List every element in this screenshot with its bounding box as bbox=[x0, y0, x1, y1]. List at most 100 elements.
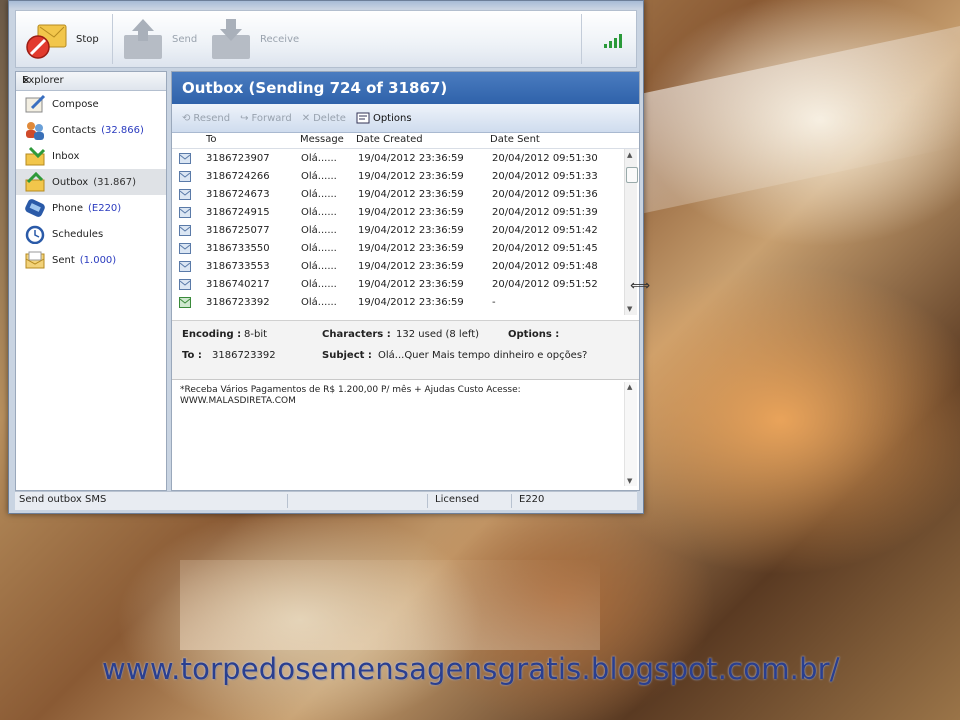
cell-message: Olá...... bbox=[301, 207, 337, 218]
outbox-toolbar: ⟲ Resend ↪ Forward ✕ Delete Options bbox=[172, 104, 639, 133]
message-scrollbar[interactable]: ▲ ▼ bbox=[624, 382, 637, 486]
cell-date-created: 19/04/2012 23:36:59 bbox=[358, 153, 464, 164]
cell-to: 3186724266 bbox=[206, 171, 270, 182]
cell-message: Olá...... bbox=[301, 297, 337, 308]
table-row[interactable]: 3186723907 Olá...... 19/04/2012 23:36:59 20… bbox=[172, 150, 625, 168]
send-button[interactable]: Send bbox=[120, 15, 197, 63]
cell-date-sent: 20/04/2012 09:51:42 bbox=[492, 225, 598, 236]
explorer-item-schedules[interactable]: Schedules bbox=[16, 221, 166, 247]
table-row[interactable]: 3186724673 Olá...... 19/04/2012 23:36:59 20… bbox=[172, 186, 625, 204]
message-icon bbox=[179, 225, 191, 236]
scroll-up-icon[interactable]: ▲ bbox=[627, 383, 632, 391]
encoding-label: Encoding : bbox=[182, 329, 242, 340]
explorer-item-count: (E220) bbox=[87, 202, 122, 214]
explorer-item-count: (31.867) bbox=[93, 176, 137, 188]
cell-to: 3186725077 bbox=[206, 225, 270, 236]
explorer-item-inbox[interactable]: Inbox bbox=[16, 143, 166, 169]
resize-cursor-icon: ⟺ bbox=[630, 278, 651, 294]
explorer-item-compose[interactable]: Compose bbox=[16, 91, 166, 117]
cell-message: Olá...... bbox=[301, 153, 337, 164]
toolbar-separator bbox=[581, 14, 582, 64]
message-icon bbox=[179, 243, 191, 254]
column-message[interactable]: Message bbox=[300, 134, 344, 145]
explorer-item-contacts[interactable]: Contacts (32.866) bbox=[16, 117, 166, 143]
scroll-thumb[interactable] bbox=[626, 167, 638, 183]
cell-date-created: 19/04/2012 23:36:59 bbox=[358, 261, 464, 272]
explorer-item-label: Contacts bbox=[52, 124, 97, 136]
options-detail-label: Options : bbox=[508, 329, 560, 340]
characters-value: 132 used (8 left) bbox=[396, 329, 480, 340]
message-icon bbox=[179, 153, 191, 164]
explorer-item-outbox[interactable]: Outbox (31.867) bbox=[16, 169, 166, 195]
website-watermark: www.torpedosemensagensgratis.blogspot.co… bbox=[102, 652, 840, 686]
characters-label: Characters : bbox=[322, 329, 391, 340]
scroll-up-icon[interactable]: ▲ bbox=[627, 151, 632, 159]
explorer-header: Explorer × bbox=[16, 72, 166, 91]
cell-date-sent: 20/04/2012 09:51:36 bbox=[492, 189, 598, 200]
scroll-down-icon[interactable]: ▼ bbox=[627, 305, 632, 313]
table-row[interactable]: 3186724266 Olá...... 19/04/2012 23:36:59 20… bbox=[172, 168, 625, 186]
cell-to: 3186723907 bbox=[206, 153, 270, 164]
scroll-down-icon[interactable]: ▼ bbox=[627, 477, 632, 485]
table-header: To Message Date Created Date Sent bbox=[172, 133, 639, 149]
options-label: Options bbox=[372, 112, 412, 124]
sent-icon bbox=[25, 251, 45, 269]
options-button[interactable]: Options bbox=[356, 112, 412, 124]
table-row[interactable]: 3186733550 Olá...... 19/04/2012 23:36:59 20… bbox=[172, 240, 625, 258]
table-row[interactable]: 3186725077 Olá...... 19/04/2012 23:36:59 20… bbox=[172, 222, 625, 240]
toolbar-separator bbox=[112, 14, 113, 64]
cell-message: Olá...... bbox=[301, 279, 337, 290]
cell-date-sent: 20/04/2012 09:51:39 bbox=[492, 207, 598, 218]
status-divider bbox=[287, 494, 288, 508]
delete-button[interactable]: ✕ Delete bbox=[302, 113, 346, 124]
cell-message: Olá...... bbox=[301, 261, 337, 272]
stop-button[interactable]: Stop bbox=[24, 15, 99, 63]
resend-button[interactable]: ⟲ Resend bbox=[182, 113, 230, 124]
outbox-panel: Outbox (Sending 724 of 31867) ⟲ Resend ↪… bbox=[171, 71, 640, 491]
close-icon[interactable]: × bbox=[22, 75, 160, 86]
options-icon bbox=[356, 112, 370, 124]
message-icon bbox=[179, 261, 191, 272]
explorer-item-label: Inbox bbox=[52, 150, 80, 162]
status-divider bbox=[511, 494, 512, 508]
receive-label: Receive bbox=[260, 33, 300, 45]
status-text: Send outbox SMS bbox=[19, 494, 107, 505]
contacts-icon bbox=[26, 122, 44, 140]
explorer-item-label: Sent bbox=[52, 254, 75, 266]
cell-date-created: 19/04/2012 23:36:59 bbox=[358, 171, 464, 182]
table-row[interactable]: 3186724915 Olá...... 19/04/2012 23:36:59 20… bbox=[172, 204, 625, 222]
signal-strength-icon bbox=[604, 34, 622, 48]
to-value: 3186723392 bbox=[212, 350, 276, 361]
table-row[interactable]: 3186733553 Olá...... 19/04/2012 23:36:59 20… bbox=[172, 258, 625, 276]
clock-icon bbox=[25, 225, 45, 244]
status-divider bbox=[427, 494, 428, 508]
cell-to: 3186740217 bbox=[206, 279, 270, 290]
explorer-item-label: Compose bbox=[52, 98, 99, 110]
column-to[interactable]: To bbox=[206, 134, 217, 145]
explorer-panel: Explorer × Compose Contacts (32.866) Inb… bbox=[15, 71, 167, 491]
cell-to: 3186733550 bbox=[206, 243, 270, 254]
explorer-item-sent[interactable]: Sent (1.000) bbox=[16, 247, 166, 273]
send-label: Send bbox=[172, 33, 198, 45]
explorer-item-phone[interactable]: Phone (E220) bbox=[16, 195, 166, 221]
to-label: To : bbox=[182, 350, 202, 361]
cell-to: 3186724673 bbox=[206, 189, 270, 200]
message-body[interactable]: *Receba Vários Pagamentos de R$ 1.200,00… bbox=[172, 379, 639, 490]
forward-label: Forward bbox=[251, 112, 292, 124]
cell-date-created: 19/04/2012 23:36:59 bbox=[358, 225, 464, 236]
cell-message: Olá...... bbox=[301, 243, 337, 254]
table-row[interactable]: 3186740217 Olá...... 19/04/2012 23:36:59 20… bbox=[172, 276, 625, 294]
forward-button[interactable]: ↪ Forward bbox=[240, 113, 292, 124]
table-row[interactable]: 3186723392 Olá...... 19/04/2012 23:36:59 - bbox=[172, 294, 625, 312]
explorer-item-label: Phone bbox=[52, 202, 83, 214]
explorer-item-label: Outbox bbox=[52, 176, 89, 188]
wallpaper-sheen bbox=[640, 25, 960, 215]
delete-icon: ✕ bbox=[301, 112, 311, 124]
page-title: Outbox (Sending 724 of 31867) bbox=[172, 72, 639, 104]
column-date-created[interactable]: Date Created bbox=[356, 134, 423, 145]
cell-date-sent: - bbox=[492, 297, 496, 308]
receive-button[interactable]: Receive bbox=[208, 15, 299, 63]
message-body-text: *Receba Vários Pagamentos de R$ 1.200,00… bbox=[180, 385, 521, 406]
column-date-sent[interactable]: Date Sent bbox=[490, 134, 540, 145]
inbox-icon bbox=[25, 146, 46, 166]
